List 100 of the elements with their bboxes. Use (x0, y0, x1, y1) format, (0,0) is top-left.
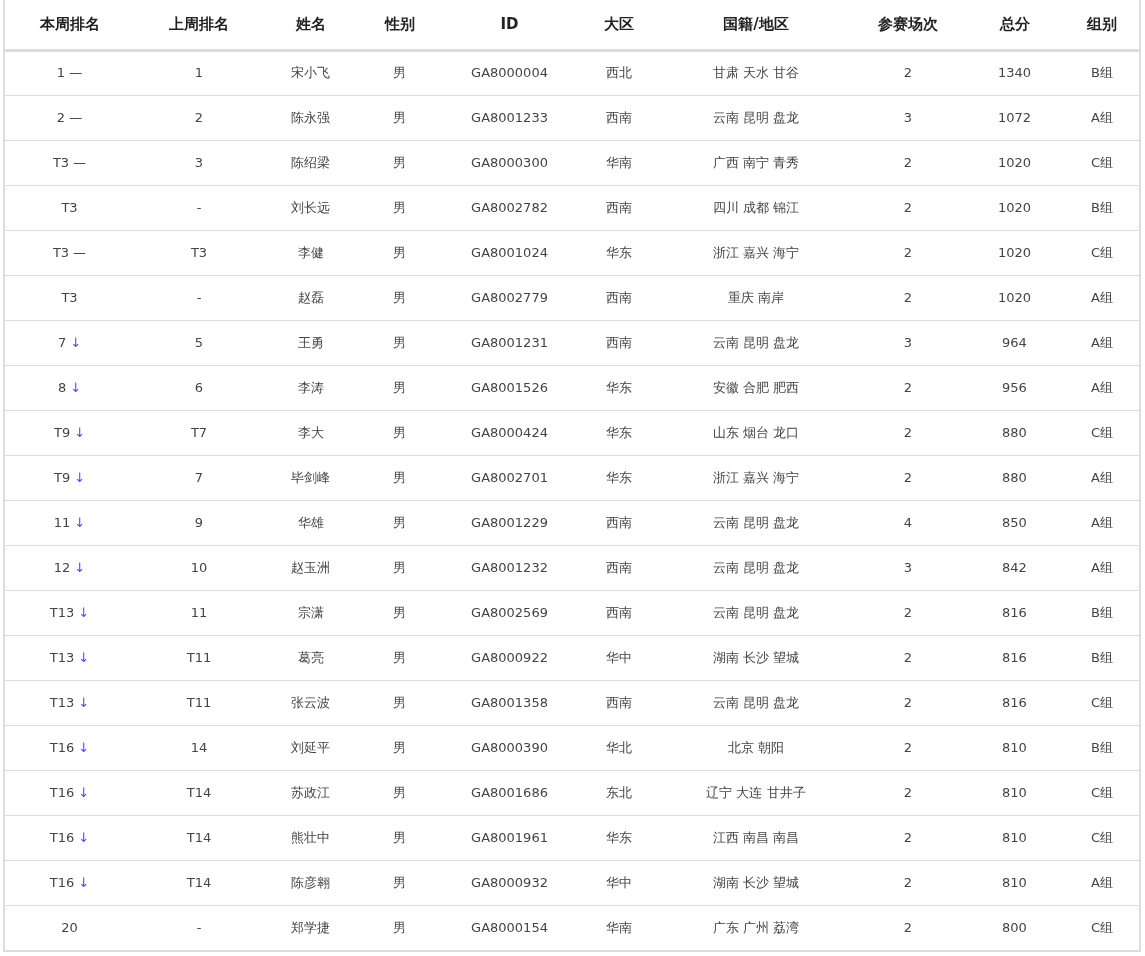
table-cell: 2 (903, 784, 913, 800)
table-cell: 男 (393, 784, 406, 800)
table-cell: 1340 (997, 65, 1032, 81)
table-cell: 2 (903, 649, 913, 665)
table-cell: 男 (393, 289, 406, 305)
rank-text: T16 (49, 829, 75, 845)
table-cell: GA8001229 (471, 514, 548, 530)
table-cell: 西南 (605, 559, 632, 575)
table-cell: 男 (393, 694, 406, 710)
table-cell: 云南 昆明 盘龙 (712, 604, 800, 620)
table-cell: 郑学捷 (291, 920, 330, 935)
table-cell: 华东 (605, 829, 632, 845)
table-cell: 华南 (605, 154, 632, 170)
table-cell: 云南 昆明 盘龙 (712, 334, 800, 350)
table-cell: 西北 (605, 65, 632, 81)
table-cell: 850 (1002, 514, 1027, 530)
column-header: 组别 (1065, 0, 1139, 50)
table-cell: 14 (190, 739, 208, 755)
arrow-icon: ↓ (78, 694, 90, 710)
table-cell: 四川 成都 锦江 (712, 199, 800, 215)
table-cell: GA8000922 (471, 649, 548, 665)
column-header: 上周排名 (134, 0, 264, 50)
table-cell: 重庆 南岸 (727, 289, 785, 305)
table-cell: 2 (903, 379, 913, 395)
table-cell: GA8001233 (471, 109, 548, 125)
table-cell: 张云波 (291, 694, 330, 710)
dash-icon: — (69, 109, 83, 125)
table-cell: 1020 (997, 154, 1032, 170)
table-cell: 浙江 嘉兴 海宁 (712, 469, 800, 485)
table-cell: 842 (1002, 559, 1027, 575)
table-cell: GA8002779 (471, 289, 548, 305)
table-cell: 安徽 合肥 肥西 (712, 379, 800, 395)
table-cell: 熊壮中 (291, 829, 330, 845)
table-cell: A组 (1091, 559, 1113, 575)
table-cell: 1020 (997, 199, 1032, 215)
table-cell: T11 (186, 694, 212, 710)
rank-text: T9 (53, 469, 71, 485)
table-cell: 2 (903, 739, 913, 755)
arrow-icon: ↓ (74, 514, 86, 530)
table-cell: 辽宁 大连 甘井子 (706, 784, 806, 800)
table-cell: 苏政江 (291, 784, 330, 800)
table-cell: 2 (903, 694, 913, 710)
table-cell: 陈彦翱 (291, 874, 330, 890)
table-cell: 华北 (605, 739, 632, 755)
column-header: ID (442, 0, 577, 50)
table-cell: 云南 昆明 盘龙 (712, 514, 800, 530)
table-cell: 5 (194, 334, 204, 350)
table-cell: 华中 (605, 649, 632, 665)
table-cell: 男 (393, 424, 406, 440)
table-cell: GA8002782 (471, 199, 548, 215)
dash-icon: — (73, 154, 87, 170)
table-cell: 880 (1002, 424, 1027, 440)
arrow-icon: ↓ (78, 829, 90, 845)
table-cell: A组 (1091, 514, 1113, 530)
table-cell: 880 (1002, 469, 1027, 485)
table-cell: 云南 昆明 盘龙 (712, 559, 800, 575)
table-cell: 华中 (605, 874, 632, 890)
table-cell: 宋小飞 (291, 65, 330, 81)
table-cell: 李涛 (297, 379, 324, 395)
table-cell: GA8001526 (471, 379, 548, 395)
table-cell: 毕剑峰 (291, 469, 330, 485)
table-cell: C组 (1090, 244, 1114, 260)
table-cell: 赵磊 (297, 289, 324, 305)
table-cell: A组 (1091, 469, 1113, 485)
table-cell: 山东 烟台 龙口 (712, 424, 800, 440)
table-cell: GA8001686 (471, 784, 548, 800)
table-cell: 3 (194, 154, 204, 170)
table-cell: 1072 (997, 109, 1032, 125)
table-cell: 西南 (605, 289, 632, 305)
table-cell: T3 (190, 244, 208, 260)
table-cell: B组 (1091, 649, 1113, 665)
column-header: 国籍/地区 (660, 0, 852, 50)
rank-text: T3 (61, 289, 78, 305)
table-cell: B组 (1091, 65, 1113, 81)
arrow-icon: ↓ (78, 649, 90, 665)
table-cell: 956 (1002, 379, 1027, 395)
arrow-icon: ↓ (70, 379, 82, 395)
table-cell: 华东 (605, 424, 632, 440)
table-cell: 男 (393, 559, 406, 575)
table-cell: 云南 昆明 盘龙 (712, 694, 800, 710)
table-cell: 3 (903, 334, 913, 350)
rank-text: 2 (56, 109, 66, 125)
arrow-icon: ↓ (78, 604, 90, 620)
table-cell: 男 (393, 920, 406, 935)
table-cell: 刘延平 (291, 739, 330, 755)
table-cell: C组 (1090, 920, 1114, 935)
rank-text: T16 (49, 874, 75, 890)
table-cell: 男 (393, 739, 406, 755)
table-cell: 李大 (297, 424, 324, 440)
table-cell: GA8001231 (471, 334, 548, 350)
table-cell: 800 (1002, 920, 1027, 935)
table-cell: GA8000300 (471, 154, 548, 170)
column-header: 性别 (357, 0, 442, 50)
table-cell: GA8002569 (471, 604, 548, 620)
table-cell: 男 (393, 65, 406, 81)
arrow-icon: ↓ (74, 559, 86, 575)
table-cell: 2 (903, 604, 913, 620)
table-cell: T14 (186, 784, 212, 800)
arrow-icon: ↓ (74, 469, 86, 485)
rank-text: 12 (53, 559, 71, 575)
